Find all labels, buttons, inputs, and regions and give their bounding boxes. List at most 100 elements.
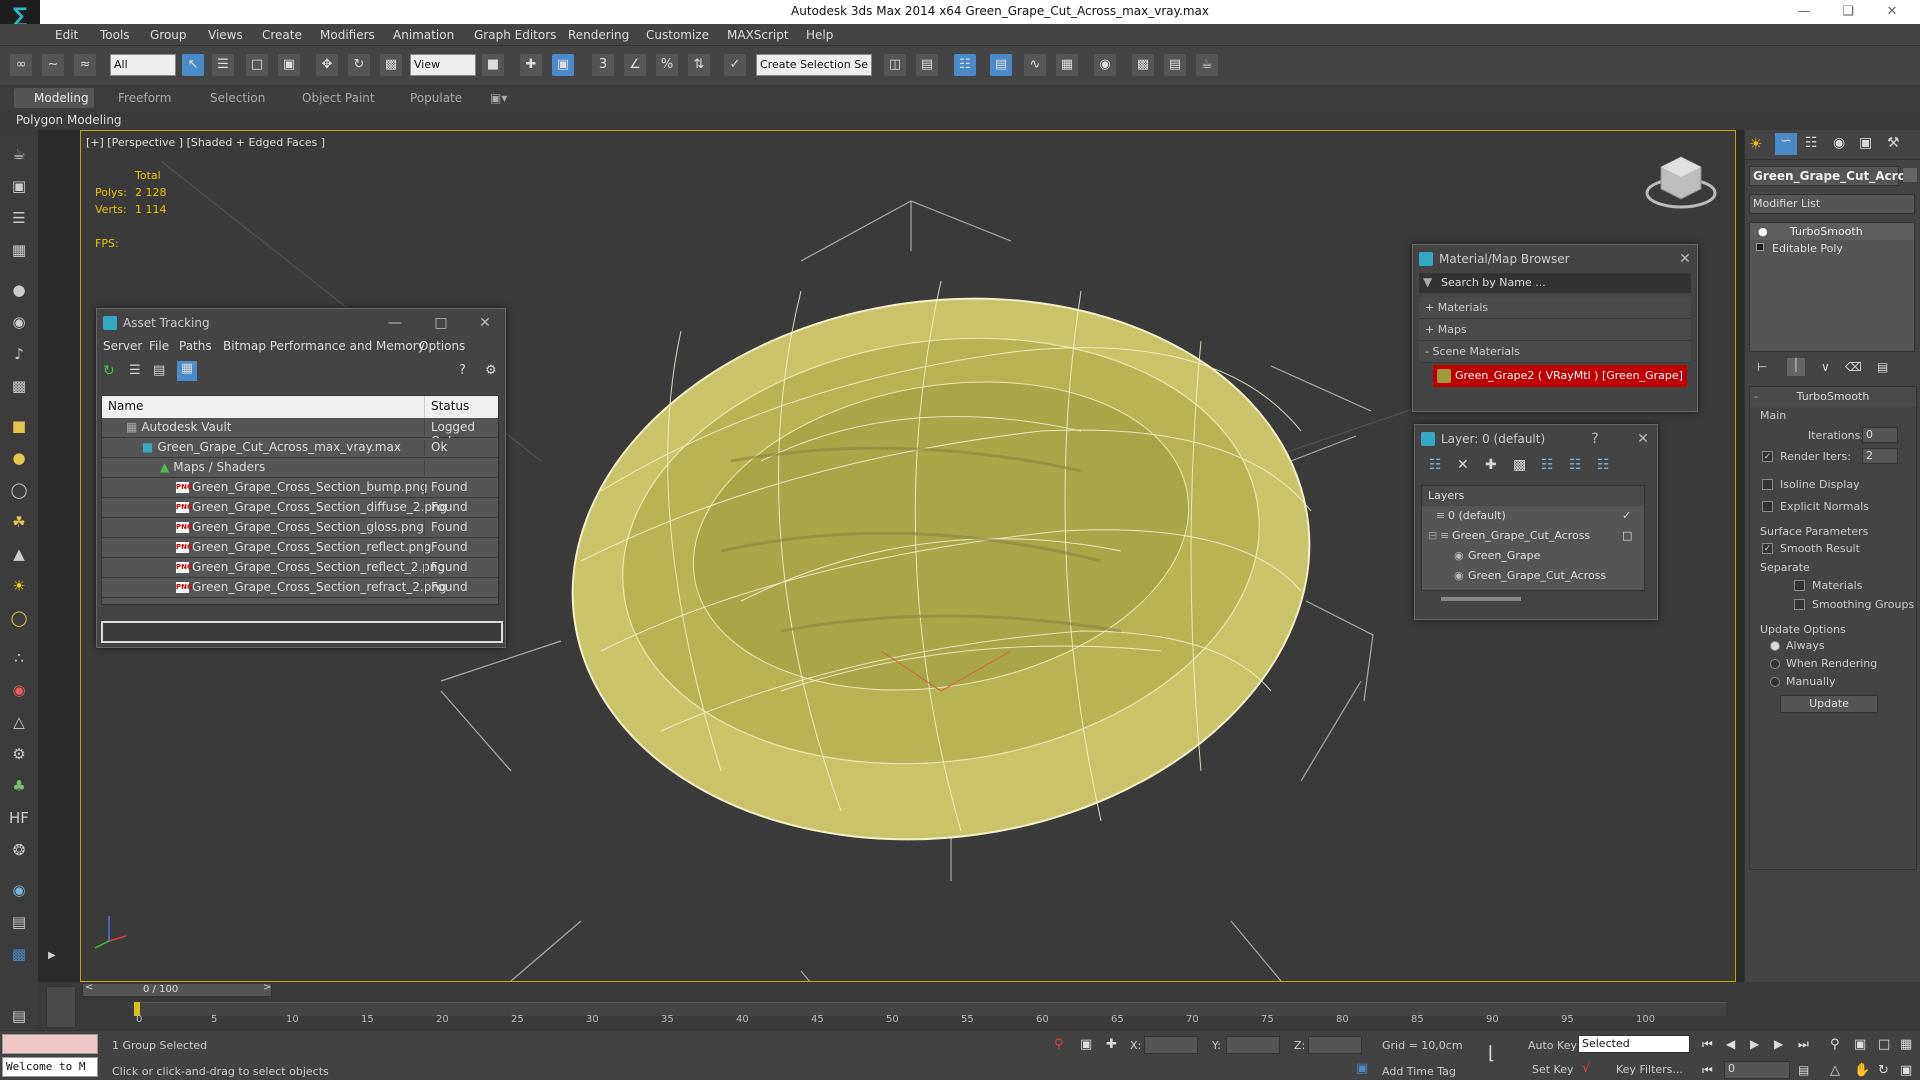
link-icon[interactable]: ∞	[10, 54, 32, 76]
smooth-result-checkbox[interactable]: ✓	[1762, 543, 1773, 554]
globe-icon[interactable]: ◉	[7, 878, 31, 902]
iterations-spinner[interactable]: 0	[1862, 427, 1898, 443]
layer-object-item[interactable]: ◉ Green_Grape_Cut_Across	[1422, 566, 1644, 586]
add-time-tag[interactable]: Add Time Tag	[1382, 1065, 1456, 1078]
spinner-snap-icon[interactable]: ⇅	[688, 54, 710, 76]
graphite-toggle-icon[interactable]: ▤	[990, 54, 1012, 76]
explicit-normals-checkbox[interactable]	[1762, 501, 1773, 512]
teapot-icon[interactable]: ☕	[7, 142, 31, 166]
hide-all-layers-icon[interactable]: ☷	[1569, 457, 1582, 473]
table-row[interactable]: ■ Green_Grape_Cut_Across_max_vray.max Ok	[102, 438, 498, 458]
set-key-button[interactable]: Set Key	[1532, 1063, 1574, 1076]
turbosmooth-rollout-header[interactable]: - TurboSmooth	[1750, 387, 1916, 407]
key-mode-toggle-icon[interactable]: ⏮	[1702, 1063, 1713, 1078]
menu-rendering[interactable]: Rendering	[568, 28, 629, 42]
scene-materials-group[interactable]: - Scene Materials	[1419, 341, 1691, 363]
teapot-primitive-icon[interactable]: ☘	[7, 510, 31, 534]
update-button[interactable]: Update	[1780, 695, 1878, 713]
zoom-icon[interactable]: ⚲	[1830, 1037, 1840, 1052]
scene-material-item[interactable]: Green_Grape2 ( VRayMtl ) [Green_Grape]	[1433, 365, 1687, 387]
sound-icon[interactable]: ♪	[7, 342, 31, 366]
hierarchy-tab-icon[interactable]: ☷	[1805, 135, 1818, 151]
keyboard-shortcut-icon[interactable]: ▣	[552, 54, 574, 76]
layer-manager-icon[interactable]: ☷	[954, 54, 976, 76]
menu-graph-editors[interactable]: Graph Editors	[474, 28, 556, 42]
menu-customize[interactable]: Customize	[646, 28, 709, 42]
display-tab-icon[interactable]: ▣	[1859, 135, 1872, 151]
create-tab-icon[interactable]: ☀	[1749, 135, 1762, 153]
align-icon[interactable]: ▤	[916, 54, 938, 76]
make-unique-icon[interactable]: ∨	[1821, 360, 1830, 374]
reference-coordinate-dropdown[interactable]: View	[410, 54, 476, 76]
modifier-turbosmooth[interactable]: ● TurboSmooth	[1750, 223, 1914, 240]
asset-menu-bitmap[interactable]: Bitmap Performance and Memory	[223, 339, 425, 353]
table-row[interactable]: PNGGreen_Grape_Cross_Section_diffuse_2.p…	[102, 498, 498, 518]
modifier-editable-poly[interactable]: Editable Poly	[1750, 240, 1914, 257]
bulb-icon[interactable]: ●	[1758, 223, 1768, 240]
auto-key-button[interactable]: Auto Key	[1528, 1039, 1577, 1052]
script-icon[interactable]: ▤	[7, 1004, 31, 1028]
material-browser-title-bar[interactable]: Material/Map Browser ✕	[1413, 245, 1697, 273]
snap-3d-icon[interactable]: 3	[592, 54, 614, 76]
expand-box-icon[interactable]	[1756, 243, 1764, 251]
asset-help-icon[interactable]: ?	[459, 363, 466, 378]
tab-object-paint[interactable]: Object Paint	[302, 91, 375, 105]
viewport-label[interactable]: [+] [Perspective ] [Shaded + Edged Faces…	[86, 136, 325, 149]
table-row[interactable]: PNGGreen_Grape_Cross_Section_bump.png Fou…	[102, 478, 498, 498]
film-icon[interactable]: ▩	[7, 374, 31, 398]
asset-path-field[interactable]	[101, 621, 503, 643]
maximize-viewport-icon[interactable]: ▣	[1900, 1063, 1912, 1078]
pin-stack-icon[interactable]: ⊢	[1757, 360, 1767, 374]
maxscript-listener[interactable]	[2, 1034, 98, 1054]
list-icon[interactable]: ☰	[7, 206, 31, 230]
refresh-icon[interactable]: ↻	[103, 363, 115, 379]
expand-icon[interactable]: ⊟	[1428, 526, 1437, 546]
menu-create[interactable]: Create	[262, 28, 302, 42]
column-status[interactable]: Status	[424, 396, 475, 418]
menu-animation[interactable]: Animation	[393, 28, 454, 42]
asset-minimize-icon[interactable]: —	[385, 309, 405, 337]
list-view-icon[interactable]: ☰	[129, 363, 141, 378]
key-mode-dropdown[interactable]: Selected	[1578, 1035, 1690, 1053]
column-name[interactable]: Name	[108, 399, 143, 413]
key-filters-button[interactable]: Key Filters...	[1616, 1063, 1683, 1076]
restore-icon[interactable]: ❏	[1828, 2, 1868, 22]
paint-icon[interactable]: ●	[7, 278, 31, 302]
menu-views[interactable]: Views	[208, 28, 243, 42]
render-iters-spinner[interactable]: 2	[1862, 448, 1898, 464]
material-browser-close-icon[interactable]: ✕	[1675, 245, 1695, 273]
active-layer-check-icon[interactable]: ✓	[1622, 506, 1631, 526]
materials-group[interactable]: + Materials	[1419, 297, 1691, 319]
schematic-view-icon[interactable]: ▦	[1056, 54, 1078, 76]
pan-icon[interactable]: ✋	[1854, 1063, 1870, 1078]
rotate-icon[interactable]: ↻	[348, 54, 370, 76]
space-warp-icon[interactable]: △	[7, 710, 31, 734]
layer-object-item[interactable]: ◉ Green_Grape	[1422, 546, 1644, 566]
time-slider[interactable]: < 0 / 100 >	[82, 982, 272, 997]
go-to-start-icon[interactable]: ⏮	[1702, 1037, 1713, 1052]
geosphere-icon[interactable]: ◯	[7, 478, 31, 502]
curve-editor-icon[interactable]: ∿	[1024, 54, 1046, 76]
material-editor-icon[interactable]: ◉	[1094, 54, 1116, 76]
asset-tracking-title-bar[interactable]: Asset Tracking — □ ✕	[97, 309, 505, 337]
time-configuration-icon[interactable]: ▤	[1798, 1063, 1809, 1077]
time-tag-icon[interactable]: ▣	[1356, 1061, 1368, 1076]
layer-item[interactable]: ⊟ ≡ Green_Grape_Cut_Across □	[1422, 526, 1644, 546]
zoom-all-icon[interactable]: ▣	[1854, 1037, 1866, 1052]
tab-selection[interactable]: Selection	[210, 91, 265, 105]
table-view-icon[interactable]: ▦	[177, 361, 197, 381]
object-color-swatch[interactable]	[1903, 168, 1917, 182]
layer-close-icon[interactable]: ✕	[1633, 425, 1653, 453]
angle-snap-icon[interactable]: ∠	[624, 54, 646, 76]
selection-lock-icon[interactable]: ▣	[1080, 1037, 1092, 1052]
polygon-modeling-panel[interactable]: Polygon Modeling	[16, 113, 122, 127]
time-slider-prev-icon[interactable]: <	[85, 982, 93, 993]
pivot-icon[interactable]: ■	[482, 54, 504, 76]
x-coordinate-field[interactable]	[1144, 1036, 1198, 1054]
asset-menu-file[interactable]: File	[149, 339, 169, 353]
tab-populate[interactable]: Populate	[410, 91, 462, 105]
zoom-extents-all-icon[interactable]: ▦	[1900, 1037, 1912, 1052]
layer-toggle-icon[interactable]: □	[1622, 526, 1632, 546]
smoothing-groups-checkbox[interactable]	[1794, 599, 1805, 610]
select-by-name-icon[interactable]: ☰	[212, 54, 234, 76]
